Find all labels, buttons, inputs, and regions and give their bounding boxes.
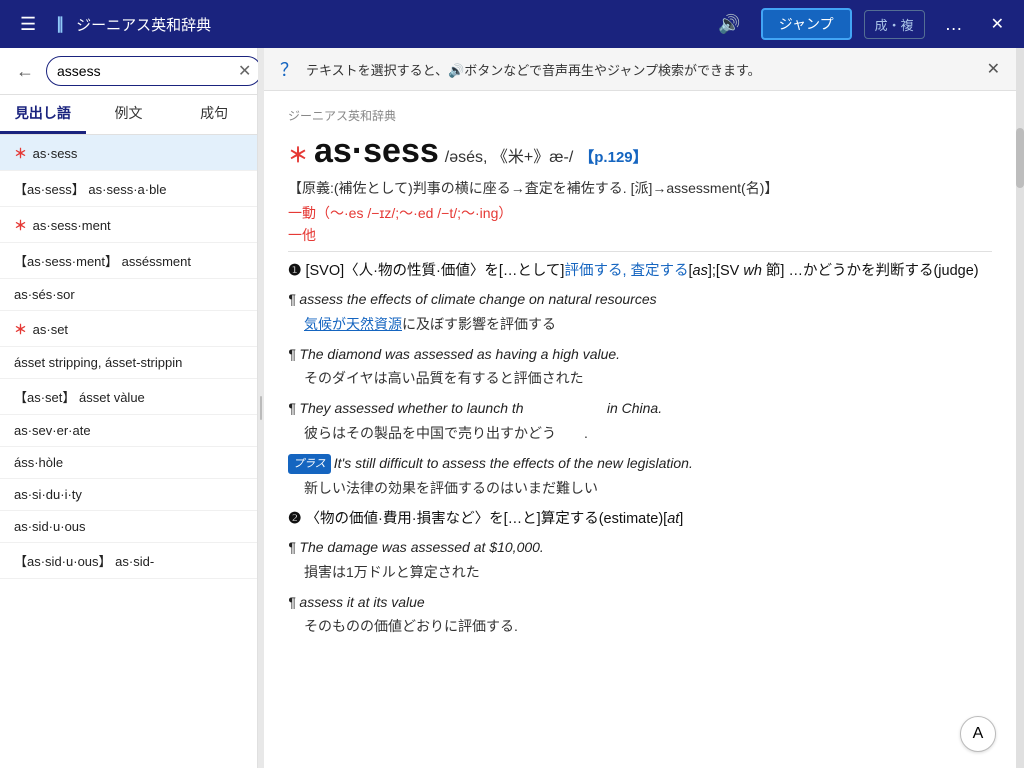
main-layout: ← ✕ 見出し語 例文 成句 ＊ as·sess 【as·sess】 as·se… <box>0 48 1024 768</box>
example2-jpn: そのダイヤは高い品質を有すると評価された <box>288 367 992 391</box>
list-item[interactable]: 【as·sess】 as·sess·a·ble <box>0 171 257 207</box>
info-bar-text: テキストを選択すると、🔊ボタンなどで音声再生やジャンプ検索ができます。 <box>306 60 979 79</box>
window-close-button[interactable]: ✕ <box>983 10 1012 38</box>
more-button[interactable]: … <box>937 10 971 39</box>
asterisk-icon: ＊ <box>14 322 27 337</box>
tabs: 見出し語 例文 成句 <box>0 95 257 135</box>
list-item[interactable]: as·sés·sor <box>0 279 257 311</box>
search-bar: ← ✕ <box>0 48 257 95</box>
sense1-definition: ❶ [SVO]〈人·物の性質·価値〉を[…として]評価する, 査定する[as];… <box>288 258 992 284</box>
example4-jpn: 新しい法律の効果を評価するのはいまだ難しい <box>288 477 992 501</box>
headword-pronunciation: /əsés, 《米+》æ-/ <box>445 143 573 167</box>
app-title: ジーニアス英和辞典 <box>76 14 698 35</box>
example1-eng: ¶ assess the effects of climate change o… <box>288 288 992 312</box>
entry-origin: 【原義:(補佐として)判事の横に座る→査定を補佐する. [派]→assessme… <box>288 177 992 199</box>
titlebar: ☰ ∥ ジーニアス英和辞典 🔊 ジャンプ 成・複 … ✕ <box>0 0 1024 48</box>
asterisk-icon: ＊ <box>14 146 27 161</box>
tab-seiku[interactable]: 成句 <box>171 95 257 134</box>
example5-jpn: 損害は1万ドルと算定された <box>288 561 992 585</box>
headword-ref: 【p.129】 <box>579 146 647 167</box>
example2: ¶ The diamond was assessed as having a h… <box>288 343 992 392</box>
right-panel: ？ テキストを選択すると、🔊ボタンなどで音声再生やジャンプ検索ができます。 ✕ … <box>264 48 1016 768</box>
asterisk-icon: ＊ <box>14 218 27 233</box>
sense2-definition: ❷ 〈物の価値·費用·損害など〉を[…と]算定する(estimate)[at] <box>288 506 992 532</box>
sound-button[interactable]: 🔊 <box>710 10 748 39</box>
list-item[interactable]: as·si·du·i·ty <box>0 479 257 511</box>
sense1-def-text: [SVO]〈人·物の性質·価値〉を[…として]評価する, 査定する[as];[S… <box>305 263 978 279</box>
divider <box>288 251 992 252</box>
menu-button[interactable]: ☰ <box>12 10 44 39</box>
search-input[interactable] <box>57 63 238 79</box>
example5: ¶ The damage was assessed at $10,000. 損害… <box>288 536 992 585</box>
example4-eng: プラスIt's still difficult to assess the ef… <box>288 452 992 476</box>
entry-pos1: 一動（〜·es /−ɪz/;〜·ed /−t/;〜·ing） <box>288 203 992 223</box>
example3-jpn: 彼らはその製品を中国で売り出すかどう . <box>288 422 992 446</box>
sense1-num: ❶ <box>288 262 301 279</box>
list-item[interactable]: 【as·sid·u·ous】 as·sid- <box>0 543 257 579</box>
tab-midashi[interactable]: 見出し語 <box>0 95 86 134</box>
info-bar-close-button[interactable]: ✕ <box>987 59 1000 79</box>
example4: プラスIt's still difficult to assess the ef… <box>288 452 992 501</box>
example3-eng: ¶ They assessed whether to launch th████… <box>288 397 992 421</box>
list-item[interactable]: ＊ as·sess <box>0 135 257 171</box>
example6-eng: ¶ assess it at its value <box>288 591 992 615</box>
list-item[interactable]: 【as·set】 ásset vàlue <box>0 379 257 415</box>
search-input-wrap: ✕ <box>46 56 262 86</box>
example6-jpn: そのものの価値どおりに評価する. <box>288 615 992 639</box>
sense2-num: ❷ <box>288 510 301 527</box>
logo-icon: ∥ <box>56 14 64 34</box>
back-button[interactable]: ← <box>10 59 40 84</box>
entry-headword: ＊ as·sess /əsés, 《米+》æ-/ 【p.129】 <box>288 132 992 171</box>
example5-eng: ¶ The damage was assessed at $10,000. <box>288 536 992 560</box>
info-icon: ？ <box>280 56 298 82</box>
tab-reibu[interactable]: 例文 <box>86 95 172 134</box>
list-item[interactable]: as·sev·er·ate <box>0 415 257 447</box>
source-label: ジーニアス英和辞典 <box>288 107 992 124</box>
plus-badge: プラス <box>288 454 331 475</box>
list-item[interactable]: áss·hòle <box>0 447 257 479</box>
example1-jpn: 気候が天然資源に及ぼす影響を評価する <box>288 313 992 337</box>
headword-text: as·sess <box>314 132 439 171</box>
list-item[interactable]: 【as·sess·ment】 asséssment <box>0 243 257 279</box>
content-area: ジーニアス英和辞典 ＊ as·sess /əsés, 《米+》æ-/ 【p.12… <box>264 91 1016 768</box>
list-item[interactable]: ásset stripping, ásset-strippin <box>0 347 257 379</box>
font-size-button[interactable]: A <box>960 716 996 752</box>
info-bar: ？ テキストを選択すると、🔊ボタンなどで音声再生やジャンプ検索ができます。 ✕ <box>264 48 1016 91</box>
example3: ¶ They assessed whether to launch th████… <box>288 397 992 446</box>
sense2-def-text: 〈物の価値·費用·損害など〉を[…と]算定する(estimate)[at] <box>305 511 683 527</box>
left-panel: ← ✕ 見出し語 例文 成句 ＊ as·sess 【as·sess】 as·se… <box>0 48 258 768</box>
list-item[interactable]: ＊ as·set <box>0 311 257 347</box>
search-clear-button[interactable]: ✕ <box>238 61 251 81</box>
list-item[interactable]: ＊ as·sess·ment <box>0 207 257 243</box>
example1: ¶ assess the effects of climate change o… <box>288 288 992 337</box>
example2-eng: ¶ The diamond was assessed as having a h… <box>288 343 992 367</box>
scrollbar[interactable] <box>1016 48 1024 768</box>
list-item[interactable]: as·sid·u·ous <box>0 511 257 543</box>
entry-pos2: 一他 <box>288 225 992 245</box>
scroll-thumb[interactable] <box>1016 128 1024 188</box>
nari-button[interactable]: 成・複 <box>864 10 925 39</box>
example1-link[interactable]: 気候が天然資源 <box>304 316 402 332</box>
example6: ¶ assess it at its value そのものの価値どおりに評価する… <box>288 591 992 640</box>
jump-button[interactable]: ジャンプ <box>761 8 852 40</box>
word-list: ＊ as·sess 【as·sess】 as·sess·a·ble ＊ as·s… <box>0 135 257 768</box>
headword-asterisk: ＊ <box>288 139 308 168</box>
